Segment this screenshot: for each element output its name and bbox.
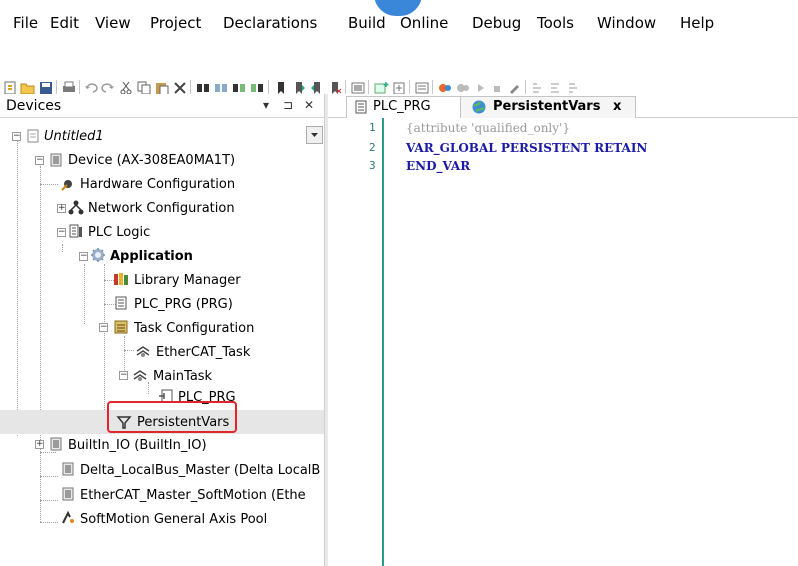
code-line[interactable]: END_VAR <box>406 158 470 174</box>
tree-item-softmotion-axis-pool[interactable]: SoftMotion General Axis Pool <box>80 508 320 532</box>
tree-item-label: Application <box>110 249 193 264</box>
tree-line <box>40 500 58 501</box>
menu-project[interactable]: Project <box>150 14 201 32</box>
application-gear-icon <box>91 248 105 262</box>
menu-edit[interactable]: Edit <box>50 14 79 32</box>
project-dropdown-button[interactable] <box>306 126 323 144</box>
close-tab-icon[interactable]: x <box>613 97 621 117</box>
task-icon <box>133 370 147 381</box>
task-icon <box>136 346 150 357</box>
collapse-expander[interactable]: − <box>119 371 128 380</box>
code-editor[interactable] <box>328 118 798 566</box>
tree-item-label: PLC Logic <box>88 225 151 240</box>
tree-item-application[interactable]: Application <box>110 245 310 269</box>
menu-declarations[interactable]: Declarations <box>223 14 317 32</box>
project-icon <box>27 129 39 143</box>
device-icon <box>62 462 74 476</box>
tree-item-label: Delta_LocalBus_Master (Delta LocalB <box>80 463 320 478</box>
menu-build[interactable]: Build <box>348 14 386 32</box>
tree-item-task-configuration[interactable]: Task Configuration <box>134 317 314 341</box>
tree-item-untitled1[interactable]: Untitled1 <box>44 125 304 149</box>
menu-window[interactable]: Window <box>597 14 656 32</box>
tree-item-label: Library Manager <box>134 273 241 288</box>
line-number: 3 <box>369 159 376 172</box>
tab-label: PLC_PRG <box>373 99 431 114</box>
device-icon <box>50 153 62 167</box>
tree-line <box>40 184 58 185</box>
tree-line <box>40 522 58 523</box>
pou-icon <box>115 296 127 310</box>
line-number: 2 <box>369 141 376 154</box>
expand-expander[interactable]: + <box>57 204 66 213</box>
tree-line <box>40 452 56 453</box>
tree-item-label: Device (AX-308EA0MA1T) <box>68 153 236 168</box>
menu-view[interactable]: View <box>95 14 131 32</box>
tree-line <box>84 264 85 324</box>
menu-file[interactable]: File <box>13 14 38 32</box>
tree-item-label: Hardware Configuration <box>80 177 236 192</box>
tree-item-plc-logic[interactable]: PLC Logic <box>88 221 320 245</box>
code-line[interactable]: {attribute 'qualified_only'} <box>406 120 570 136</box>
tree-item-label: Task Configuration <box>134 321 255 336</box>
close-panel-icon[interactable]: ✕ <box>304 97 314 113</box>
code-line[interactable]: VAR_GLOBAL PERSISTENT RETAIN <box>406 140 647 156</box>
pin-icon[interactable]: ⊐ <box>283 97 293 113</box>
tree-item-hardware-configuration[interactable]: Hardware Configuration <box>80 173 320 197</box>
device-icon <box>62 487 74 501</box>
collapse-expander[interactable]: − <box>99 323 108 332</box>
tab-persistentvars[interactable]: PersistentVars x <box>460 96 636 118</box>
tab-plc-prg[interactable]: PLC_PRG <box>346 96 464 118</box>
menu-tools[interactable]: Tools <box>537 14 574 32</box>
chevron-down-icon <box>311 133 318 137</box>
tree-item-ethercat-task[interactable]: EtherCAT_Task <box>156 341 316 365</box>
highlight-annotation-box <box>107 401 237 433</box>
menu-online[interactable]: Online <box>400 14 448 32</box>
tab-label: PersistentVars <box>493 99 601 114</box>
tree-item-device[interactable]: Device (AX-308EA0MA1T) <box>68 149 318 173</box>
menu-bar: File Edit View Project Declarations Buil… <box>0 0 798 38</box>
tree-line <box>62 244 63 252</box>
expand-expander[interactable]: + <box>35 440 44 449</box>
tree-item-label: SoftMotion General Axis Pool <box>80 512 268 527</box>
tree-line <box>40 476 58 477</box>
library-manager-icon <box>114 273 128 285</box>
plc-logic-icon <box>69 224 82 238</box>
axis-pool-icon <box>62 510 74 524</box>
line-number: 1 <box>369 121 376 134</box>
collapse-expander[interactable]: − <box>35 156 44 165</box>
panel-menu-icon[interactable]: ▾ <box>263 97 269 113</box>
tree-line <box>104 264 105 424</box>
menu-debug[interactable]: Debug <box>472 14 521 32</box>
tree-item-delta-localbus-master[interactable]: Delta_LocalBus_Master (Delta LocalB <box>80 459 320 483</box>
editor-gutter-line <box>382 118 384 566</box>
tree-item-plc-prg[interactable]: PLC_PRG (PRG) <box>134 293 314 317</box>
network-config-icon <box>68 200 84 215</box>
tree-line <box>40 166 41 522</box>
tree-item-builtin-io[interactable]: BuiltIn_IO (BuiltIn_IO) <box>68 434 318 458</box>
tree-item-network-configuration[interactable]: Network Configuration <box>88 197 320 221</box>
tree-line <box>124 350 134 351</box>
collapse-expander[interactable]: − <box>57 228 66 237</box>
pou-icon <box>355 100 367 114</box>
tree-line <box>148 382 149 394</box>
tree-item-label: Untitled1 <box>44 129 104 144</box>
tree-item-ethercat-master-softmotion[interactable]: EtherCAT_Master_SoftMotion (Ethe <box>80 484 320 508</box>
tree-item-label: Network Configuration <box>88 201 235 216</box>
task-config-icon <box>114 320 128 334</box>
tree-item-label: PLC_PRG (PRG) <box>134 297 233 312</box>
hardware-config-icon <box>61 180 72 191</box>
global-vars-globe-icon <box>472 100 486 114</box>
collapse-expander[interactable]: − <box>79 252 88 261</box>
tree-item-label: EtherCAT_Master_SoftMotion (Ethe <box>80 488 306 503</box>
tree-item-label: EtherCAT_Task <box>156 345 251 360</box>
toolbar <box>0 38 798 96</box>
tree-item-library-manager[interactable]: Library Manager <box>134 269 314 293</box>
tree-item-label: MainTask <box>153 369 213 384</box>
tree-item-label: BuiltIn_IO (BuiltIn_IO) <box>68 438 207 453</box>
devices-panel-title: Devices <box>6 98 62 114</box>
tree-line <box>17 140 18 436</box>
collapse-expander[interactable]: − <box>12 132 21 141</box>
device-icon <box>50 437 62 451</box>
menu-help[interactable]: Help <box>680 14 714 32</box>
